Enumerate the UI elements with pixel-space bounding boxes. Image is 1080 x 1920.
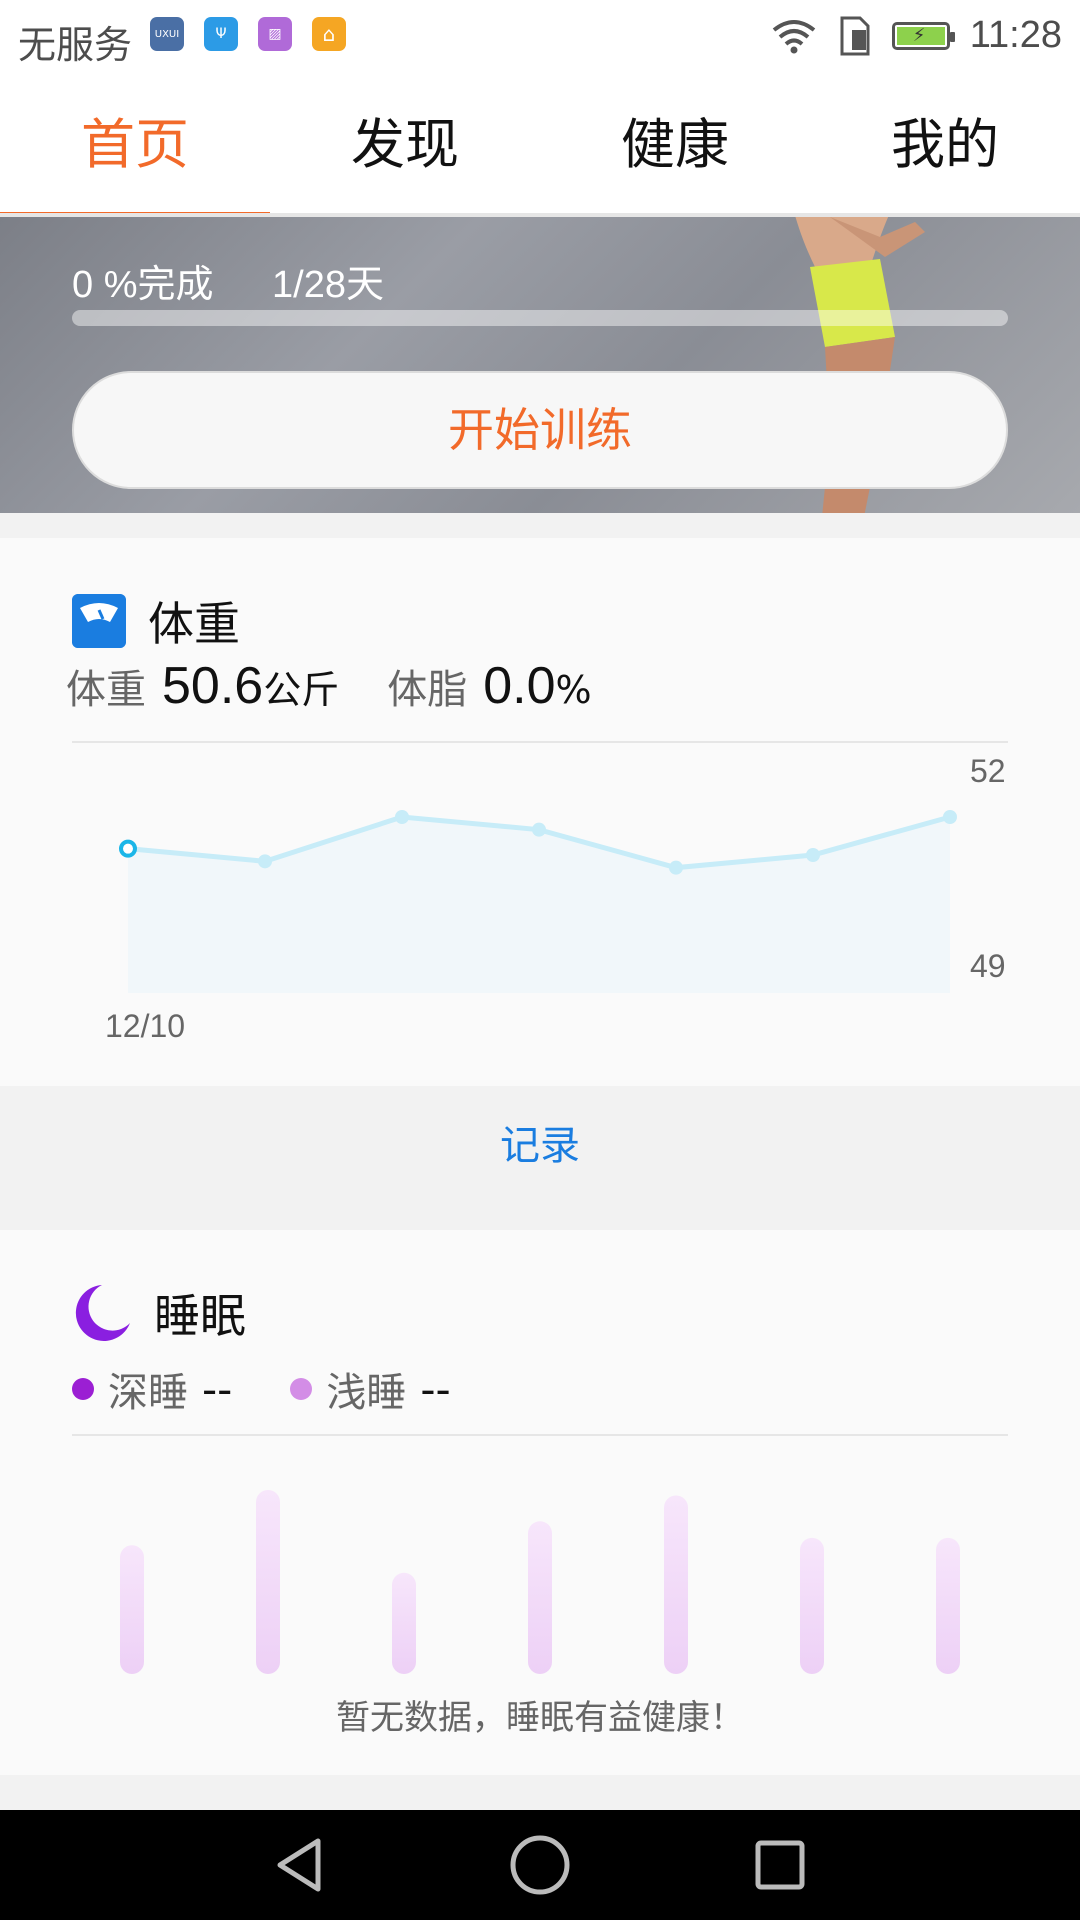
status-bar: 无服务 UXUI Ψ ▨ ⌂ ⚡ 11:28 — [0, 0, 1080, 75]
clock: 11:28 — [969, 14, 1062, 56]
sleep-bar — [936, 1537, 960, 1674]
tab-home-label: 首页 — [81, 113, 189, 176]
y-max-label: 52 — [970, 753, 1006, 789]
top-tab-bar: 首页 发现 健康 我的 — [0, 75, 1080, 217]
day-count-text: 1/28天 — [272, 264, 385, 306]
sleep-bar — [256, 1490, 280, 1674]
system-navigation-bar — [0, 1810, 1080, 1920]
tab-health[interactable]: 健康 — [540, 75, 810, 215]
notification-icons: UXUI Ψ ▨ ⌂ — [150, 17, 346, 51]
uniui-app-icon: UXUI — [150, 17, 184, 51]
weight-point — [806, 848, 820, 862]
no-sim-icon — [840, 16, 870, 55]
weight-point — [669, 860, 683, 875]
sleep-empty-note: 暂无数据，睡眠有益健康！ — [336, 1698, 744, 1738]
weight-point — [119, 839, 137, 858]
sleep-bar — [392, 1572, 416, 1674]
tab-home[interactable]: 首页 — [0, 75, 270, 217]
status-right: ⚡ 11:28 — [770, 14, 1062, 57]
sleep-bar — [120, 1545, 144, 1674]
weight-trend-chart[interactable] — [0, 538, 1080, 1086]
x-date-label: 12/10 — [105, 1008, 186, 1044]
record-weight-button[interactable]: 记录 — [0, 1086, 1080, 1206]
home-button[interactable] — [505, 1830, 575, 1900]
tab-mine-label: 我的 — [891, 113, 999, 176]
start-training-button[interactable]: 开始训练 — [72, 371, 1008, 489]
home-app-icon: ⌂ — [312, 17, 346, 51]
gallery-icon: ▨ — [258, 17, 292, 51]
weight-point — [532, 822, 546, 837]
tab-discover[interactable]: 发现 — [270, 75, 540, 215]
recents-button[interactable] — [745, 1830, 815, 1900]
recents-square-icon — [755, 1840, 805, 1890]
training-progress-bar — [72, 310, 1008, 326]
completion-text: 0 %完成 — [72, 264, 214, 306]
wifi-icon — [772, 19, 815, 53]
home-circle-icon — [510, 1835, 570, 1895]
battery-icon: ⚡ — [891, 21, 955, 50]
sleep-card[interactable]: 睡眠 深睡 -- 浅睡 -- 暂无数据，睡眠有益健康！ — [0, 1230, 1080, 1775]
y-min-label: 49 — [970, 948, 1006, 984]
training-banner: 0 %完成 1/28天 开始训练 — [0, 217, 1080, 513]
weight-point — [943, 810, 957, 824]
sleep-bar — [800, 1537, 824, 1674]
tab-mine[interactable]: 我的 — [810, 75, 1080, 215]
weight-card[interactable]: 体重 体重 50.6 公斤 体脂 0.0 % 52 49 12/10 — [0, 538, 1080, 1086]
sleep-bar — [528, 1521, 552, 1674]
weight-area — [128, 817, 950, 993]
training-progress-text: 0 %完成 1/28天 — [72, 253, 432, 308]
carrier-text: 无服务 — [18, 23, 133, 67]
tab-discover-label: 发现 — [351, 113, 459, 176]
back-button[interactable] — [265, 1830, 335, 1900]
usb-icon: Ψ — [204, 17, 238, 51]
back-triangle-icon — [277, 1838, 321, 1892]
tab-health-label: 健康 — [621, 113, 729, 176]
weight-point — [395, 810, 409, 824]
weight-point — [258, 854, 272, 869]
sleep-placeholder-chart — [120, 1490, 960, 1674]
sleep-bar — [664, 1495, 688, 1674]
